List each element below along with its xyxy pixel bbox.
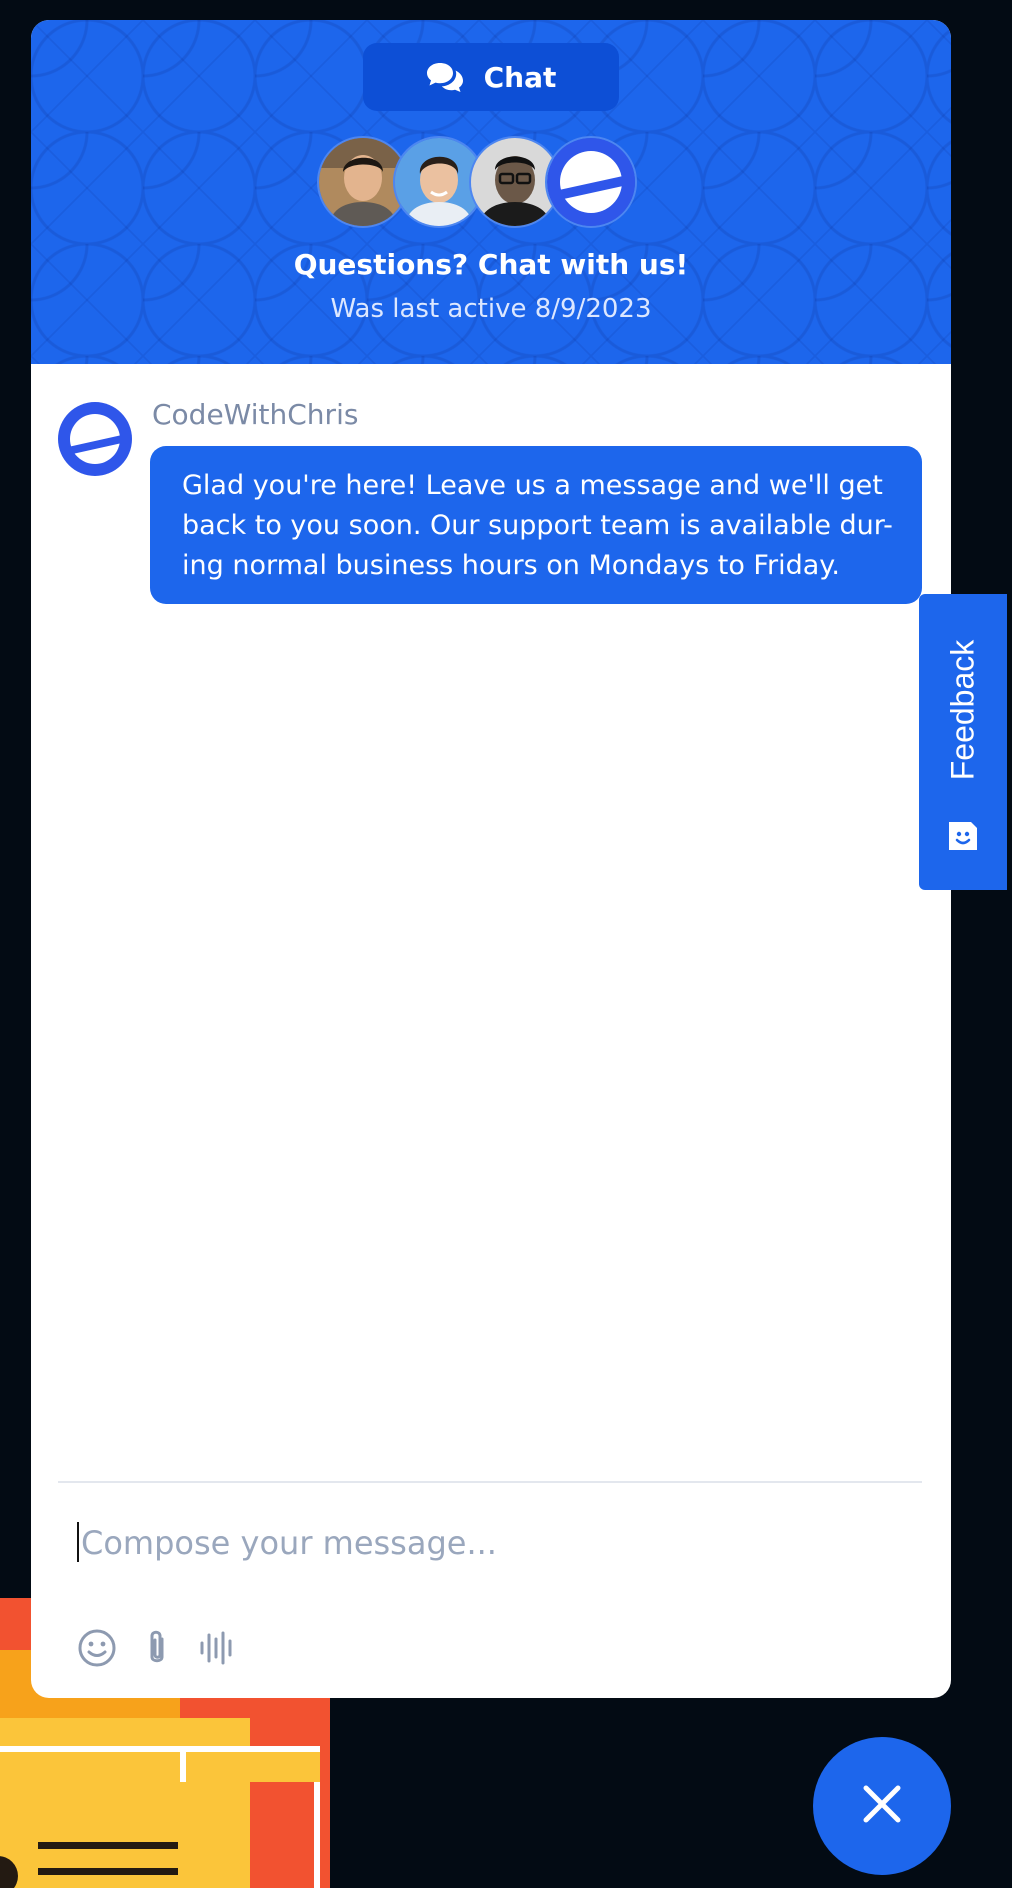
chat-title: Questions? Chat with us! — [293, 248, 689, 281]
smiley-icon — [945, 818, 981, 854]
close-icon — [860, 1782, 904, 1830]
message-line: ing normal business hours on Mondays to … — [182, 550, 840, 581]
feedback-label: Feedback — [944, 639, 981, 781]
message-line: Glad you're here! Leave us a message and… — [182, 470, 883, 501]
paperclip-icon[interactable] — [136, 1627, 178, 1669]
close-chat-button[interactable] — [813, 1737, 951, 1875]
chat-tab[interactable]: Chat — [363, 43, 619, 111]
agent-avatars — [317, 136, 657, 228]
composer-divider — [58, 1481, 922, 1483]
chat-tab-label: Chat — [483, 60, 557, 94]
chat-widget: Chat Questions? Chat with us! Was last a… — [31, 20, 951, 1698]
chat-bubbles-icon — [426, 61, 464, 93]
message-bubble: Glad you're here! Leave us a message and… — [150, 446, 922, 604]
voice-icon[interactable] — [196, 1627, 238, 1669]
chat-header: Chat Questions? Chat with us! Was last a… — [31, 20, 951, 364]
brand-logo-avatar — [545, 136, 637, 228]
message-sender: CodeWithChris — [152, 398, 359, 431]
message-line: back to you soon. Our support team is av… — [182, 510, 893, 541]
last-active-status: Was last active 8/9/2023 — [330, 294, 652, 324]
compose-message-input[interactable] — [75, 1516, 901, 1570]
bot-avatar — [58, 402, 132, 476]
feedback-tab[interactable]: Feedback — [919, 594, 1007, 890]
emoji-icon[interactable] — [76, 1627, 118, 1669]
